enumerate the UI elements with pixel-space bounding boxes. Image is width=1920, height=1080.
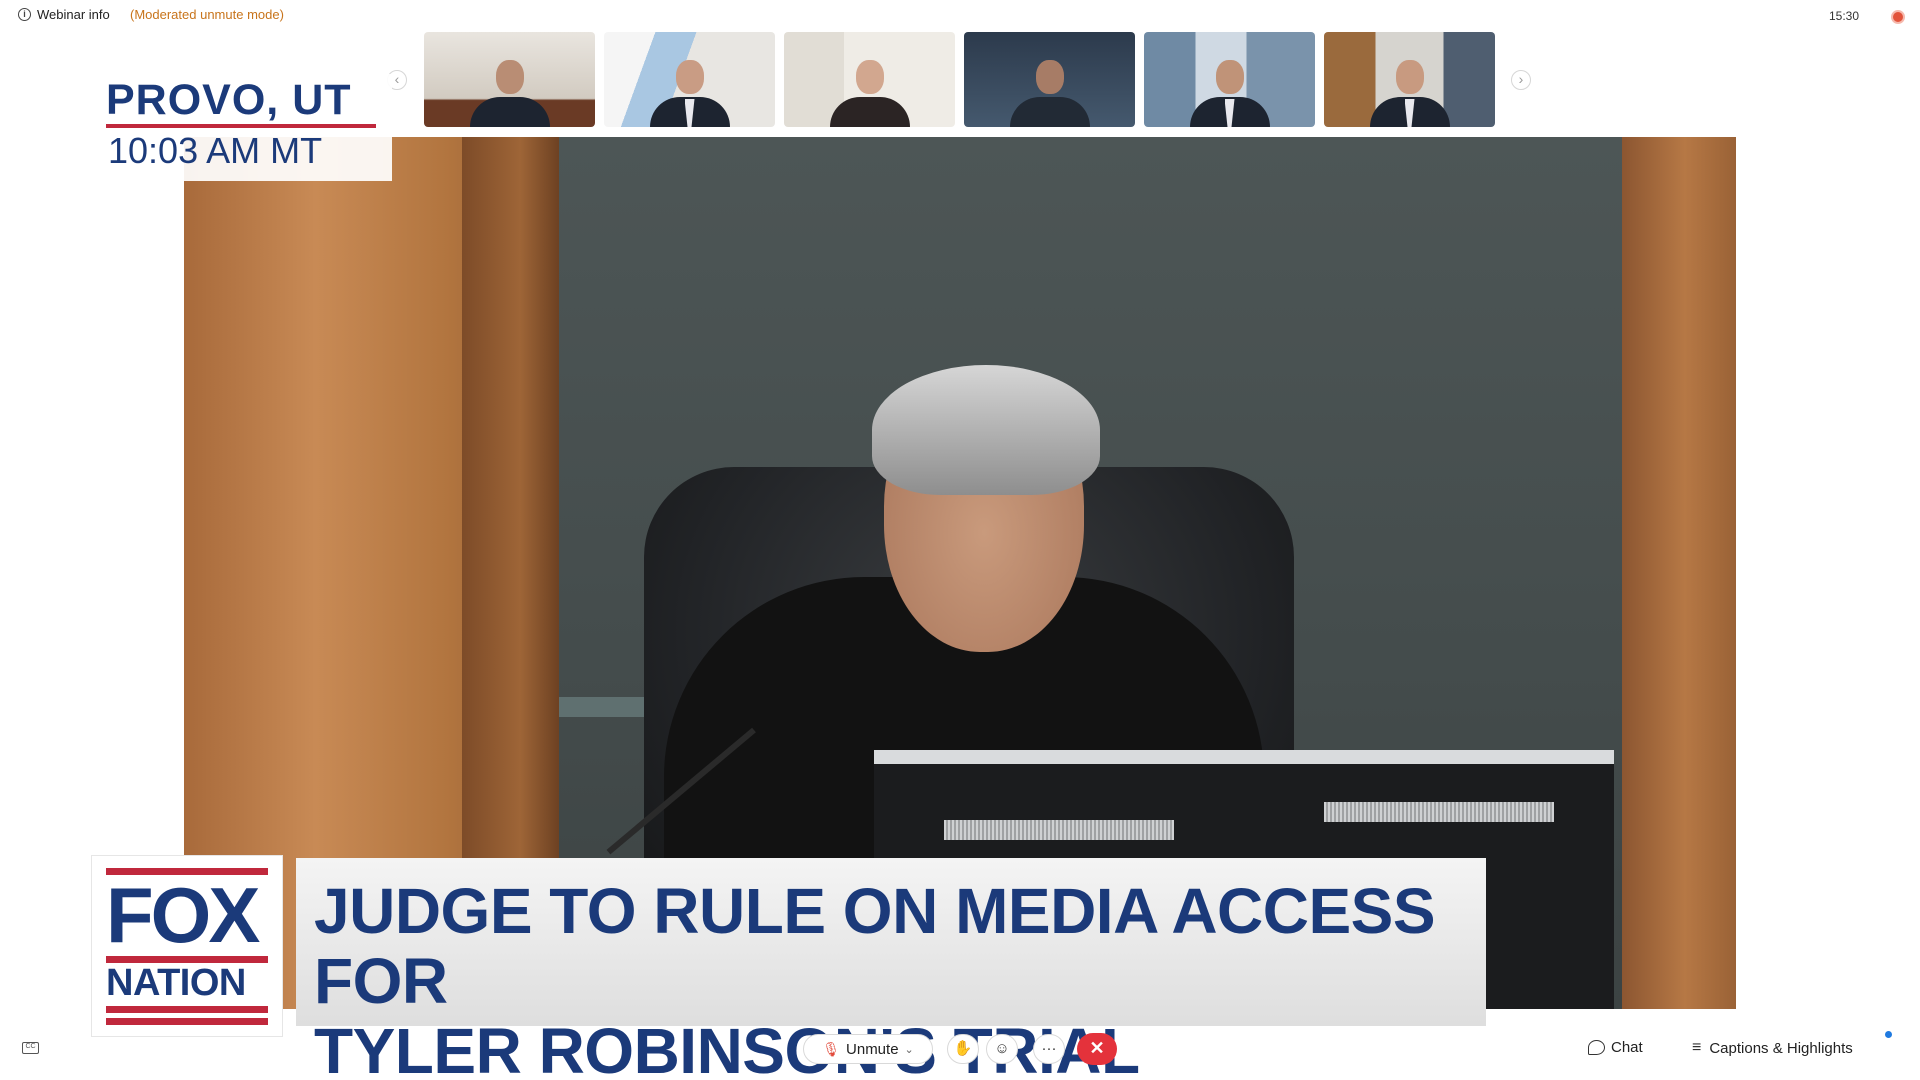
location-time: 10:03 AM MT	[108, 130, 323, 171]
headline-banner: JUDGE TO RULE ON MEDIA ACCESS FOR TYLER …	[296, 858, 1486, 1080]
thumbnails-next-button[interactable]: ›	[1511, 70, 1531, 90]
fox-nation-logo: FOX NATION	[92, 856, 282, 1036]
participant-head	[675, 60, 704, 94]
location-city: PROVO, UT	[106, 76, 352, 124]
unmute-label: Unmute	[846, 1040, 899, 1058]
participant-head	[1395, 60, 1424, 94]
more-options-button[interactable]: ···	[1033, 1034, 1065, 1064]
logo-fox-text: FOX	[106, 871, 260, 959]
participant-thumbnail[interactable]	[964, 32, 1135, 127]
raise-hand-icon: ✋	[953, 1040, 973, 1057]
participant-thumbnail[interactable]	[604, 32, 775, 127]
close-icon: ✕	[1089, 1038, 1105, 1058]
chevron-right-icon: ›	[1518, 71, 1524, 87]
bench-rail	[559, 697, 649, 717]
participant-figure	[469, 97, 550, 127]
logo-stripe	[106, 1006, 268, 1013]
captions-label: Captions & Highlights	[1709, 1039, 1853, 1057]
participant-thumbnail[interactable]	[1324, 32, 1495, 127]
elapsed-time: 15:30	[1829, 9, 1860, 23]
participant-head	[495, 60, 524, 94]
participant-thumbnail[interactable]	[1144, 32, 1315, 127]
logo-stripe	[106, 1018, 268, 1025]
chat-button[interactable]: Chat	[1588, 1039, 1643, 1056]
location-bug: PROVO, UT 10:03 AM MT	[92, 74, 392, 181]
info-icon: i	[18, 8, 31, 21]
monitor-vent	[944, 820, 1174, 840]
webinar-info-label: Webinar info	[37, 7, 110, 22]
webinar-info-button[interactable]: i Webinar info	[18, 7, 110, 22]
participant-thumbnail[interactable]	[784, 32, 955, 127]
logo-nation-text: NATION	[106, 962, 246, 1004]
recording-dot-icon	[1891, 10, 1905, 24]
judge-hair	[872, 365, 1100, 495]
wood-panel-right	[1622, 137, 1736, 1009]
participant-thumbnail[interactable]	[424, 32, 595, 127]
participant-head	[1035, 60, 1064, 94]
notification-dot-icon	[1885, 1031, 1892, 1038]
webinar-window: i Webinar info (Moderated unmute mode) 1…	[0, 0, 1920, 1080]
leave-button[interactable]: ✕	[1077, 1033, 1117, 1065]
participant-figure	[829, 97, 910, 127]
top-bar: i Webinar info (Moderated unmute mode) 1…	[0, 0, 1920, 30]
reactions-button[interactable]: ☺	[986, 1034, 1018, 1064]
mic-off-icon: 🎙	[822, 1040, 841, 1057]
more-icon: ···	[1041, 1040, 1057, 1057]
captions-highlights-button[interactable]: ≡ Captions & Highlights	[1692, 1039, 1853, 1057]
chat-label: Chat	[1611, 1039, 1643, 1056]
location-underline	[106, 124, 376, 128]
unmute-button[interactable]: 🎙 Unmute ⌄	[803, 1034, 933, 1064]
captions-lines-icon: ≡	[1692, 1039, 1702, 1056]
chevron-down-icon[interactable]: ⌄	[905, 1043, 914, 1056]
chat-bubble-icon	[1588, 1040, 1605, 1055]
monitor-vent	[1324, 802, 1554, 822]
participant-head	[855, 60, 884, 94]
chevron-left-icon: ‹	[394, 71, 400, 87]
participant-figure	[1009, 97, 1090, 127]
participant-head	[1215, 60, 1244, 94]
unmute-mode-label: (Moderated unmute mode)	[130, 7, 284, 22]
emoji-icon: ☺	[994, 1040, 1010, 1057]
closed-captions-icon[interactable]: CC	[22, 1042, 39, 1054]
raise-hand-button[interactable]: ✋	[947, 1034, 979, 1064]
headline-line-1: JUDGE TO RULE ON MEDIA ACCESS FOR	[314, 875, 1436, 1017]
